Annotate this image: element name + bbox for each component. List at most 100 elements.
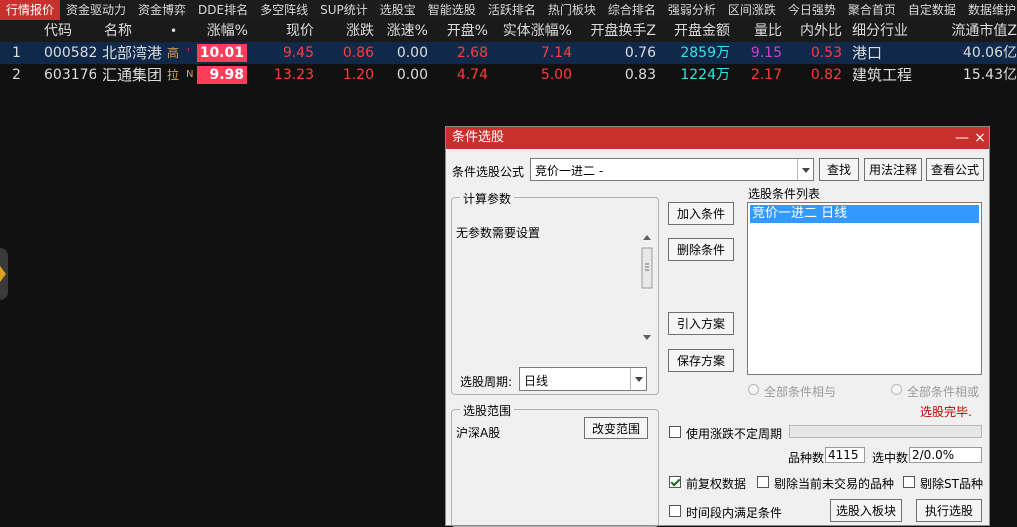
range-value: 沪深A股 — [456, 426, 501, 440]
period-value: 日线 — [524, 374, 549, 388]
row-industry: 建筑工程 — [852, 66, 913, 84]
tab-fund-game[interactable]: 资金博弈 — [132, 0, 192, 20]
adjusted-data-label: 前复权数据 — [686, 477, 747, 491]
tab-hot-sector[interactable]: 热门板块 — [542, 0, 602, 20]
col-float-cap[interactable]: 流通市值Z — [940, 20, 1017, 42]
view-formula-button[interactable]: 查看公式 — [926, 158, 984, 181]
tab-custom-data[interactable]: 自定数据 — [902, 0, 962, 20]
row-code: 000582 — [44, 45, 96, 61]
row-vol-ratio: 2.17 — [750, 67, 782, 83]
col-pct[interactable]: 涨幅% — [186, 20, 248, 42]
tab-today-strong[interactable]: 今日强势 — [782, 0, 842, 20]
row-name: 汇通集团 — [102, 66, 163, 84]
tab-bull-bear[interactable]: 多空阵线 — [254, 0, 314, 20]
params-group-label: 计算参数 — [460, 190, 515, 207]
col-open-pct[interactable]: 开盘% — [432, 20, 488, 42]
tab-fund-drive[interactable]: 资金驱动力 — [60, 0, 132, 20]
tab-smart-select[interactable]: 智能选股 — [422, 0, 482, 20]
col-change[interactable]: 涨跌 — [318, 20, 374, 42]
count-value: 4115 — [825, 447, 865, 463]
row-vol-ratio: 9.15 — [750, 45, 782, 61]
col-price[interactable]: 现价 — [252, 20, 314, 42]
add-to-block-button[interactable]: 选股入板块 — [830, 499, 902, 522]
interval-label: 时间段内满足条件 — [686, 506, 783, 520]
usage-notes-button[interactable]: 用法注释 — [864, 158, 922, 181]
period-select[interactable]: 日线 — [519, 367, 647, 391]
tab-strength[interactable]: 强弱分析 — [662, 0, 722, 20]
tab-stock-picker[interactable]: 选股宝 — [374, 0, 422, 20]
tab-home[interactable]: 聚合首页 — [842, 0, 902, 20]
col-code[interactable]: 代码 — [44, 20, 94, 42]
delete-condition-button[interactable]: 删除条件 — [668, 238, 734, 261]
radio-all-or[interactable] — [891, 384, 902, 395]
run-select-button[interactable]: 执行选股 — [916, 499, 982, 522]
exclude-untraded-checkbox[interactable] — [757, 476, 769, 488]
row-float-cap: 15.43亿 — [962, 67, 1017, 83]
col-industry[interactable]: 细分行业 — [852, 20, 936, 42]
chevron-down-icon[interactable] — [630, 368, 646, 390]
col-index[interactable] — [5, 20, 21, 42]
radio-all-and[interactable] — [748, 384, 759, 395]
formula-select[interactable]: 竞价一进二 - — [530, 158, 814, 181]
minimize-icon[interactable]: — — [954, 127, 970, 149]
row-body-pct: 5.00 — [540, 67, 572, 83]
selected-value: 2/0.0% — [909, 447, 982, 463]
count-label: 品种数 — [788, 451, 825, 465]
tab-data-maint[interactable]: 数据维护 — [962, 0, 1017, 20]
tab-active-rank[interactable]: 活跃排名 — [482, 0, 542, 20]
chevron-down-icon[interactable] — [797, 159, 813, 180]
save-plan-button[interactable]: 保存方案 — [668, 349, 734, 372]
change-range-button[interactable]: 改变范围 — [584, 417, 648, 439]
status-text: 选股完毕. — [920, 405, 972, 419]
row-float-cap: 40.06亿 — [962, 45, 1017, 61]
col-speed[interactable]: 涨速% — [378, 20, 428, 42]
scrollbar-icon — [641, 235, 653, 340]
params-text: 无参数需要设置 — [456, 226, 541, 240]
condition-list[interactable]: 竞价一进二 日线 — [747, 202, 982, 375]
adjusted-data-checkbox[interactable] — [669, 476, 681, 488]
table-header: 代码 名称 • 涨幅% 现价 涨跌 涨速% 开盘% 实体涨幅% 开盘换手Z 开盘… — [0, 20, 1017, 42]
arrow-right-icon — [0, 266, 6, 282]
col-body-pct[interactable]: 实体涨幅% — [492, 20, 572, 42]
row-flag: N — [186, 69, 194, 80]
range-group-label: 选股范围 — [460, 402, 515, 419]
tab-market-quote[interactable]: 行情报价 — [0, 0, 61, 20]
row-open-pct: 2.68 — [456, 45, 488, 61]
tab-range-change[interactable]: 区间涨跌 — [722, 0, 782, 20]
interval-checkbox[interactable] — [669, 505, 681, 517]
import-plan-button[interactable]: 引入方案 — [668, 312, 734, 335]
params-scrollbar[interactable] — [640, 234, 654, 342]
row-speed: 0.00 — [396, 67, 428, 83]
tab-overall-rank[interactable]: 综合排名 — [602, 0, 662, 20]
row-tag: 拉 — [167, 68, 180, 82]
col-open-turnover[interactable]: 开盘换手Z — [576, 20, 656, 42]
use-period-checkbox[interactable] — [669, 426, 681, 438]
row-change: 0.86 — [342, 45, 374, 61]
find-button[interactable]: 查找 — [819, 158, 859, 181]
row-open-pct: 4.74 — [456, 67, 488, 83]
row-body-pct: 7.14 — [540, 45, 572, 61]
row-io-ratio: 0.82 — [810, 67, 842, 83]
row-price: 13.23 — [273, 67, 314, 83]
close-icon[interactable]: × — [972, 127, 988, 149]
col-dot[interactable]: • — [170, 20, 182, 42]
col-vol-ratio[interactable]: 量比 — [734, 20, 782, 42]
tab-sup-stats[interactable]: SUP统计 — [314, 0, 374, 20]
dialog-titlebar[interactable]: 条件选股 — × — [446, 127, 989, 149]
row-price: 9.45 — [282, 45, 314, 61]
exclude-st-checkbox[interactable] — [903, 476, 915, 488]
params-group: 计算参数 无参数需要设置 选股周期: 日线 — [451, 190, 659, 395]
col-open-amount[interactable]: 开盘金额 — [660, 20, 730, 42]
table-row[interactable]: 2 603176 汇通集团 拉 N 9.98 13.23 1.20 0.00 4… — [0, 64, 1017, 86]
table-row[interactable]: 1 000582 北部湾港 高 ' 10.01 9.45 0.86 0.00 2… — [0, 42, 1017, 64]
row-industry: 港口 — [852, 44, 883, 62]
list-item[interactable]: 竞价一进二 日线 — [750, 205, 979, 223]
side-panel-handle[interactable] — [0, 248, 8, 300]
condition-list-label: 选股条件列表 — [748, 187, 821, 201]
col-io-ratio[interactable]: 内外比 — [786, 20, 842, 42]
nav-tab-bar: 行情报价 资金驱动力 资金博弈 DDE排名 多空阵线 SUP统计 选股宝 智能选… — [0, 0, 1017, 20]
col-name[interactable]: 名称 — [104, 20, 154, 42]
row-pct-badge: 10.01 — [197, 44, 247, 62]
tab-dde-rank[interactable]: DDE排名 — [192, 0, 254, 20]
add-condition-button[interactable]: 加入条件 — [668, 202, 734, 225]
